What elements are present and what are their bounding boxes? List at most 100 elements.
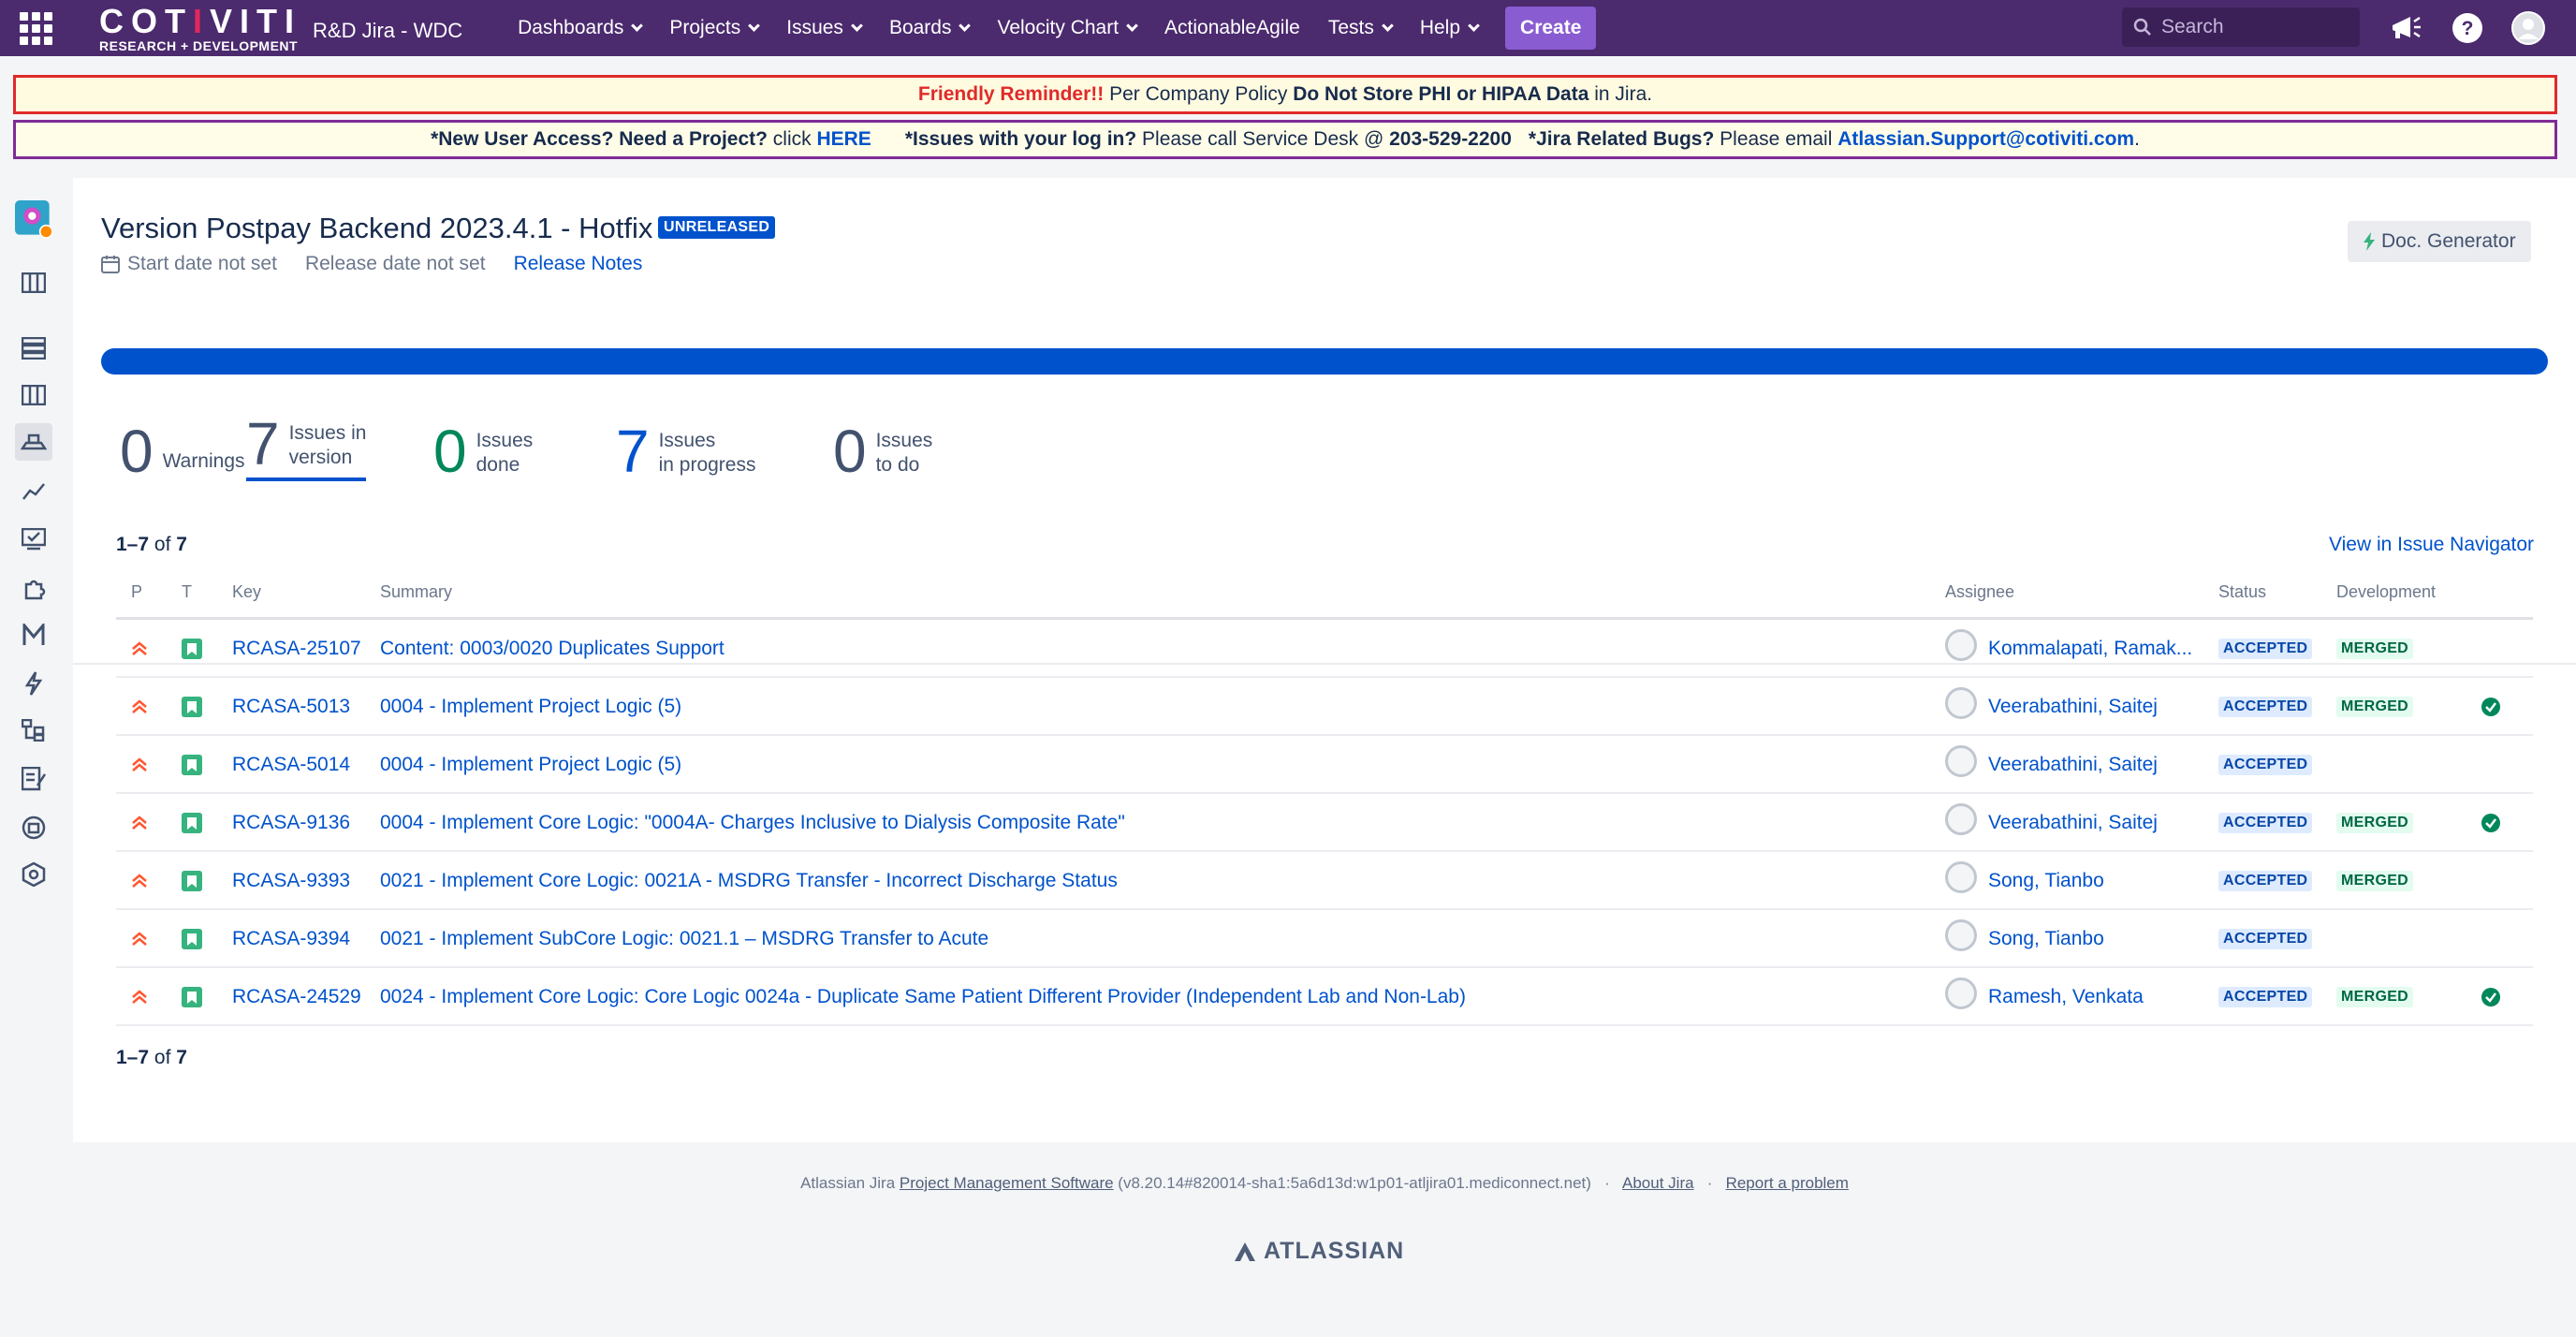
doc-generator-button[interactable]: Doc. Generator <box>2348 221 2531 262</box>
col-development: Development <box>2336 582 2437 601</box>
support-email-link[interactable]: Atlassian.Support@cotiviti.com <box>1837 128 2134 151</box>
issue-key-link[interactable]: RCASA-9394 <box>232 910 350 968</box>
priority-highest-icon <box>131 910 148 968</box>
calendar-icon <box>101 256 120 273</box>
board-icon[interactable] <box>15 376 52 414</box>
issue-summary-link[interactable]: Content: 0003/0020 Duplicates Support <box>380 620 724 678</box>
project-avatar[interactable] <box>15 200 52 239</box>
structure-icon[interactable] <box>15 712 52 749</box>
issue-key-link[interactable]: RCASA-25107 <box>232 620 361 678</box>
table-row[interactable]: RCASA-25107 Content: 0003/0020 Duplicates… <box>116 620 2533 678</box>
report-problem-link[interactable]: Report a problem <box>1726 1174 1849 1192</box>
menu-help[interactable]: Help <box>1406 0 1492 56</box>
table-row[interactable]: RCASA-9136 0004 - Implement Core Logic: "… <box>116 794 2533 852</box>
help-icon[interactable]: ? <box>2449 9 2486 47</box>
merged-badge[interactable]: MERGED <box>2336 871 2414 891</box>
avatar <box>1945 861 1977 893</box>
status-badge: ACCEPTED <box>2218 697 2313 717</box>
table-row[interactable]: RCASA-5014 0004 - Implement Project Logic… <box>116 736 2533 794</box>
issue-key-link[interactable]: RCASA-9136 <box>232 794 350 852</box>
releases-icon[interactable] <box>15 423 52 461</box>
menu-boards[interactable]: Boards <box>875 0 984 56</box>
chevron-down-icon <box>1126 20 1138 32</box>
backlog-icon[interactable] <box>15 330 52 367</box>
project-management-software-link[interactable]: Project Management Software <box>900 1174 1114 1192</box>
stat-issues-in-version[interactable]: 7 Issues in version <box>246 412 367 481</box>
menu-issues[interactable]: Issues <box>772 0 875 56</box>
stat-warnings[interactable]: 0 Warnings <box>120 412 245 481</box>
atlassian-logo[interactable]: ATLASSIAN <box>1234 1238 1404 1265</box>
issue-summary-link[interactable]: 0021 - Implement SubCore Logic: 0021.1 –… <box>380 910 988 968</box>
release-notes-link[interactable]: Release Notes <box>514 253 643 275</box>
issue-key-link[interactable]: RCASA-5014 <box>232 736 350 794</box>
assignee[interactable]: Veerabathini, Saitej <box>1945 794 2158 852</box>
merged-badge[interactable]: MERGED <box>2336 639 2414 659</box>
stat-issues-done[interactable]: 0 Issues done <box>433 412 533 481</box>
page-title: Version Postpay Backend 2023.4.1 - Hotfi… <box>101 212 678 244</box>
roadmap-icon[interactable] <box>15 264 52 301</box>
about-jira-link[interactable]: About Jira <box>1622 1174 1694 1192</box>
issue-key-link[interactable]: RCASA-5013 <box>232 678 350 736</box>
view-in-issue-navigator-link[interactable]: View in Issue Navigator <box>2329 534 2534 556</box>
atlassian-icon <box>1235 1242 1255 1261</box>
avatar[interactable] <box>2510 9 2547 47</box>
priority-highest-icon <box>131 678 148 736</box>
assignee[interactable]: Veerabathini, Saitej <box>1945 678 2158 736</box>
status-badge: ACCEPTED <box>2218 813 2313 833</box>
merged-badge[interactable]: MERGED <box>2336 987 2414 1007</box>
issue-summary-link[interactable]: 0021 - Implement Core Logic: 0021A - MSD… <box>380 852 1118 910</box>
stat-issues-to-do[interactable]: 0 Issues to do <box>833 412 932 481</box>
assignee[interactable]: Song, Tianbo <box>1945 910 2104 968</box>
status-badge: ACCEPTED <box>2218 929 2313 949</box>
development-cell: MERGED <box>2336 852 2414 910</box>
status-cell: ACCEPTED <box>2218 852 2313 910</box>
table-row[interactable]: RCASA-9393 0021 - Implement Core Logic: 0… <box>116 852 2533 910</box>
cotiviti-logo[interactable]: COTIVITI RESEARCH + DEVELOPMENT <box>99 4 301 52</box>
assignee[interactable]: Song, Tianbo <box>1945 852 2104 910</box>
assignee[interactable]: Veerabathini, Saitej <box>1945 736 2158 794</box>
notifications-icon[interactable] <box>2387 9 2424 47</box>
issue-summary-link[interactable]: 0004 - Implement Project Logic (5) <box>380 678 681 736</box>
site-name: R&D Jira - WDC <box>313 19 463 42</box>
issue-summary-link[interactable]: 0004 - Implement Core Logic: "0004A- Cha… <box>380 794 1125 852</box>
settings-icon[interactable] <box>15 856 52 893</box>
new-user-access-link[interactable]: HERE <box>816 128 871 151</box>
pages-icon[interactable] <box>15 760 52 798</box>
pagination-top: 1–7 of 7 <box>116 534 187 555</box>
table-row[interactable]: RCASA-24529 0024 - Implement Core Logic: … <box>116 968 2533 1026</box>
assignee[interactable]: Kommalapati, Ramak... <box>1945 620 2192 678</box>
chevron-down-icon <box>959 20 972 32</box>
table-row[interactable]: RCASA-9394 0021 - Implement SubCore Logic… <box>116 910 2533 968</box>
archive-icon[interactable] <box>15 809 52 846</box>
menu-tests[interactable]: Tests <box>1314 0 1406 56</box>
issue-key-link[interactable]: RCASA-24529 <box>232 968 361 1026</box>
components-icon[interactable] <box>15 569 52 607</box>
status-cell: ACCEPTED <box>2218 968 2313 1026</box>
merged-badge[interactable]: MERGED <box>2336 697 2414 717</box>
footer: Atlassian Jira Project Management Softwa… <box>73 1142 2576 1337</box>
status-badge: ACCEPTED <box>2218 639 2313 659</box>
status-cell: ACCEPTED <box>2218 678 2313 736</box>
issue-key-link[interactable]: RCASA-9393 <box>232 852 350 910</box>
menu-actionableagile[interactable]: ActionableAgile <box>1150 0 1314 56</box>
issue-summary-link[interactable]: 0004 - Implement Project Logic (5) <box>380 736 681 794</box>
assignee[interactable]: Ramesh, Venkata <box>1945 968 2144 1026</box>
menu-velocity-chart[interactable]: Velocity Chart <box>983 0 1150 56</box>
development-cell: MERGED <box>2336 794 2414 852</box>
stat-issues-in-progress[interactable]: 7 Issues in progress <box>616 412 755 481</box>
table-row[interactable]: RCASA-5013 0004 - Implement Project Logic… <box>116 678 2533 736</box>
app-switcher-icon[interactable] <box>17 9 54 47</box>
priority-highest-icon <box>131 620 148 678</box>
merged-badge[interactable]: MERGED <box>2336 813 2414 833</box>
reports-icon[interactable] <box>15 472 52 509</box>
create-button[interactable]: Create <box>1505 7 1597 50</box>
status-badge: ACCEPTED <box>2218 987 2313 1007</box>
m-app-icon[interactable] <box>15 616 52 654</box>
issue-summary-link[interactable]: 0024 - Implement Core Logic: Core Logic … <box>380 968 1466 1026</box>
menu-projects[interactable]: Projects <box>655 0 772 56</box>
search-input[interactable] <box>2161 16 2339 38</box>
menu-dashboards[interactable]: Dashboards <box>504 0 655 56</box>
lightning-icon[interactable] <box>15 665 52 702</box>
story-icon <box>182 968 202 1026</box>
tests-icon[interactable] <box>15 521 52 558</box>
